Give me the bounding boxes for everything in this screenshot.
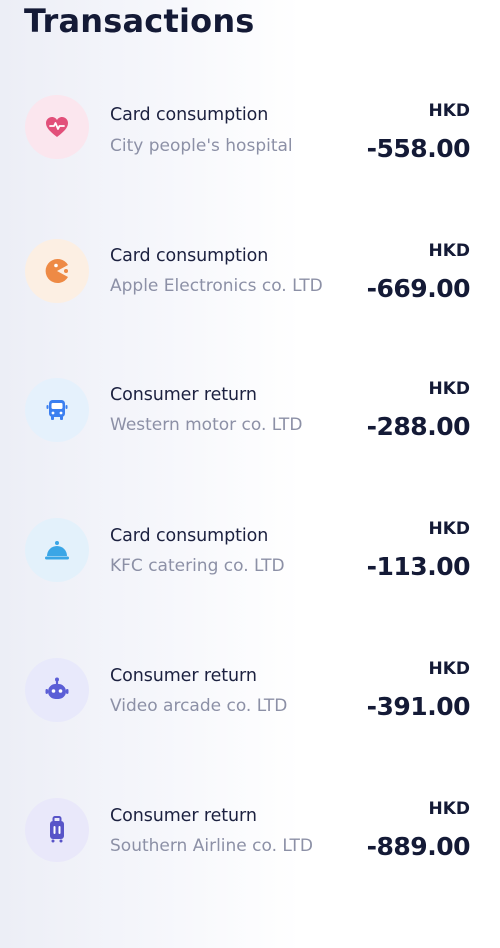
- transaction-list: Card consumption City people's hospital …: [0, 0, 500, 948]
- transaction-item[interactable]: Card consumption KFC catering co. LTD HK…: [0, 504, 500, 604]
- transaction-amount: -113.00: [366, 552, 471, 581]
- merchant-name: City people's hospital: [110, 136, 293, 156]
- merchant-name: Western motor co. LTD: [110, 415, 303, 435]
- merchant-name: Video arcade co. LTD: [110, 696, 288, 716]
- heart-icon: [25, 95, 89, 159]
- transaction-item[interactable]: Consumer return Video arcade co. LTD HKD…: [0, 644, 500, 744]
- currency-label: HKD: [428, 659, 470, 679]
- transaction-amount: -391.00: [366, 692, 471, 721]
- currency-label: HKD: [428, 799, 470, 819]
- merchant-name: KFC catering co. LTD: [110, 556, 285, 576]
- transaction-title: Consumer return: [110, 666, 257, 686]
- transaction-item[interactable]: Card consumption Apple Electronics co. L…: [0, 225, 500, 325]
- currency-label: HKD: [428, 101, 470, 121]
- transaction-amount: -288.00: [366, 412, 471, 441]
- pacman-icon: [25, 239, 89, 303]
- transaction-title: Card consumption: [110, 105, 269, 125]
- transaction-item[interactable]: Consumer return Southern Airline co. LTD…: [0, 784, 500, 884]
- luggage-icon: [25, 798, 89, 862]
- transaction-title: Card consumption: [110, 526, 269, 546]
- transaction-title: Consumer return: [110, 385, 257, 405]
- robot-icon: [25, 658, 89, 722]
- merchant-name: Southern Airline co. LTD: [110, 836, 314, 856]
- currency-label: HKD: [428, 379, 470, 399]
- merchant-name: Apple Electronics co. LTD: [110, 276, 323, 296]
- cloche-icon: [25, 518, 89, 582]
- transaction-item[interactable]: Card consumption City people's hospital …: [0, 86, 500, 186]
- bus-icon: [25, 378, 89, 442]
- transaction-amount: -889.00: [366, 832, 471, 861]
- currency-label: HKD: [428, 241, 470, 261]
- transaction-title: Card consumption: [110, 246, 269, 266]
- transaction-amount: -669.00: [366, 274, 471, 303]
- transaction-amount: -558.00: [366, 134, 471, 163]
- transaction-title: Consumer return: [110, 806, 257, 826]
- currency-label: HKD: [428, 519, 470, 539]
- transaction-item[interactable]: Consumer return Western motor co. LTD HK…: [0, 364, 500, 464]
